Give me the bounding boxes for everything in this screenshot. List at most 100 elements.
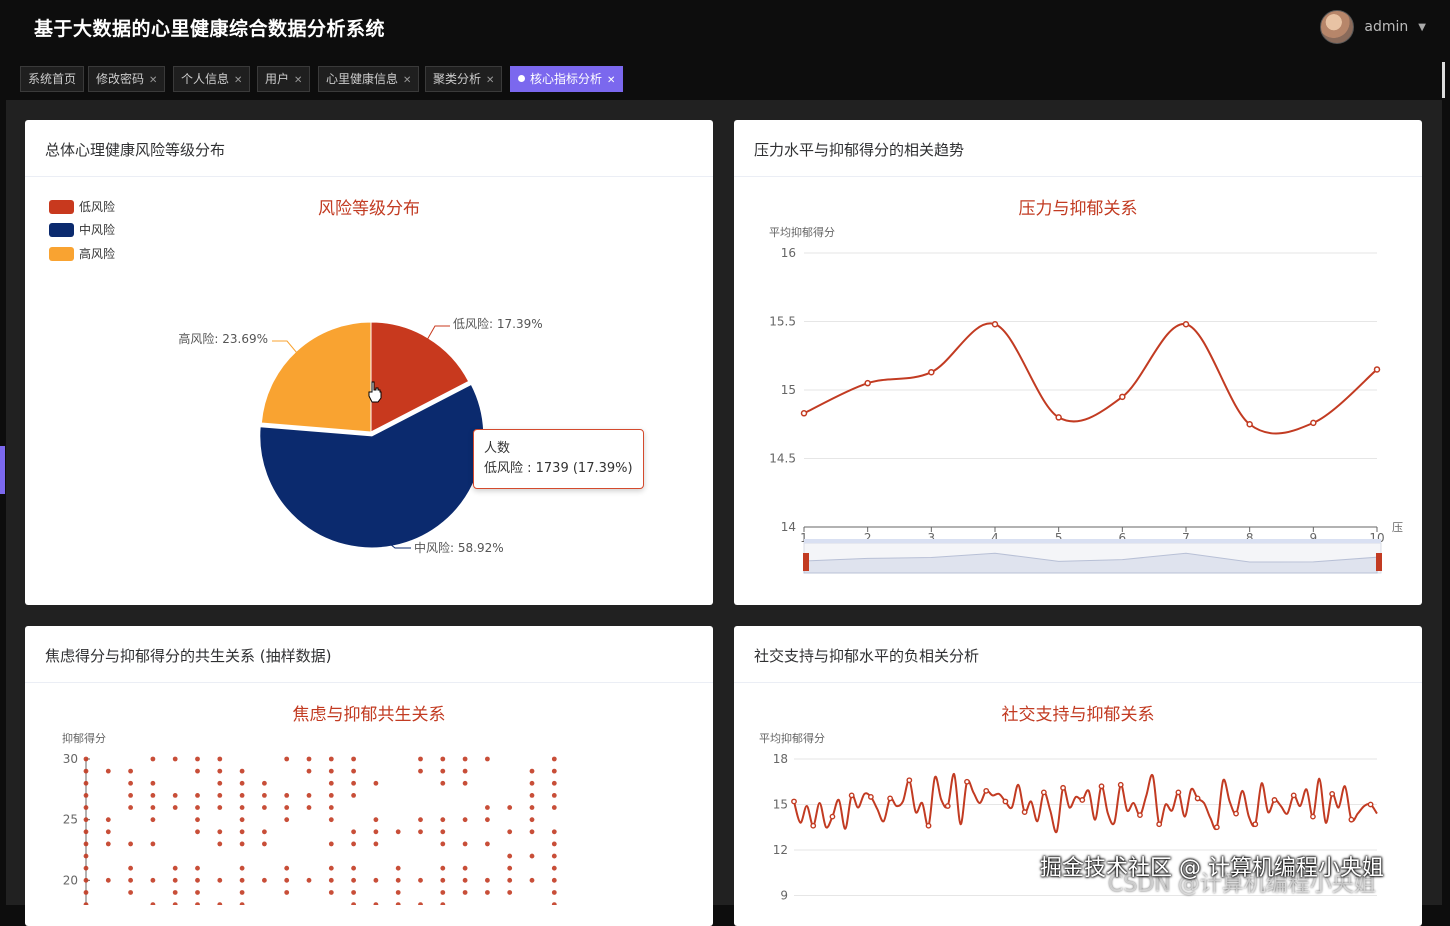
legend-item-mid[interactable]: 中风险 — [79, 222, 115, 237]
sidebar-toggle[interactable] — [0, 446, 5, 494]
scatter-point — [551, 853, 557, 859]
data-point — [1233, 810, 1239, 817]
tab-cluster-analysis[interactable]: 聚类分析 ✕ — [425, 66, 503, 92]
legend-item-high[interactable]: 高风险 — [79, 246, 115, 261]
scatter-point — [128, 841, 133, 847]
data-point — [1310, 419, 1317, 427]
scatter-point — [239, 768, 245, 774]
tab-profile[interactable]: 个人信息 ✕ — [173, 66, 251, 92]
data-point — [964, 778, 970, 785]
scatter-point — [83, 793, 89, 798]
close-icon[interactable]: ✕ — [234, 75, 242, 86]
scatter-point — [351, 829, 356, 835]
scatter-point — [485, 877, 490, 883]
tab-mental-health-info[interactable]: 心里健康信息 ✕ — [318, 66, 420, 92]
scatter-point — [351, 841, 356, 847]
scatter-point — [150, 841, 156, 847]
tab-change-password[interactable]: 修改密码 ✕ — [88, 66, 166, 92]
scatter-point — [306, 877, 312, 883]
data-point — [887, 795, 893, 802]
line-chart-stress[interactable]: 压力与抑郁关系 平均抑郁得分 压 14 14.5 15 15.5 16 1 2 3 4 5 6 7 8 9… — [734, 177, 1422, 605]
close-icon[interactable]: ✕ — [403, 75, 411, 86]
card-title: 焦虑得分与抑郁得分的共生关系 (抽样数据) — [45, 647, 332, 665]
close-icon[interactable]: ✕ — [486, 75, 494, 86]
scatter-point — [172, 805, 178, 810]
card-stress-trend: 压力水平与抑郁得分的相关趋势 压力与抑郁关系 平均抑郁得分 压 14 14.5 15… — [734, 120, 1422, 605]
y-tick-label: 15.5 — [769, 315, 796, 329]
scatter-point — [328, 817, 334, 823]
scatter-point — [529, 829, 535, 835]
scatter-point — [551, 756, 557, 762]
username[interactable]: admin — [1364, 19, 1408, 35]
scatter-point — [462, 841, 468, 847]
scatter-point — [83, 756, 89, 762]
line-series[interactable] — [791, 773, 1378, 834]
pie-slices[interactable] — [259, 321, 485, 549]
scatter-point — [551, 841, 557, 847]
card-title: 压力水平与抑郁得分的相关趋势 — [754, 141, 965, 159]
scatter-point — [195, 890, 200, 895]
scatter-point — [239, 877, 245, 883]
scatter-point — [462, 865, 468, 871]
scrollbar[interactable] — [1442, 58, 1450, 905]
scatter-point — [195, 805, 200, 810]
scatter-point — [150, 780, 156, 786]
scatter-point — [217, 756, 223, 762]
scatter-point — [83, 768, 89, 774]
y-axis-label: 抑郁得分 — [62, 731, 106, 745]
scatter-point — [217, 768, 223, 774]
scatter-point — [440, 780, 446, 786]
scatter-point — [128, 780, 133, 786]
close-icon[interactable]: ✕ — [294, 75, 302, 86]
scatter-point — [239, 780, 245, 786]
scatter-point — [485, 890, 490, 895]
scatter-chart-svg[interactable]: 焦虑与抑郁共生关系 抑郁得分 15202530 — [25, 683, 713, 905]
scatter-point — [462, 817, 468, 823]
chart-title: 社交支持与抑郁关系 — [1002, 705, 1155, 725]
legend-swatch-high[interactable] — [49, 247, 74, 261]
line-series[interactable] — [800, 320, 1381, 435]
scatter-point — [284, 865, 290, 871]
scatter-point — [195, 865, 200, 871]
tab-home[interactable]: 系统首页 — [20, 66, 85, 92]
scatter-point — [172, 877, 178, 883]
scatter-point — [529, 817, 535, 823]
tab-label: 系统首页 — [28, 72, 77, 86]
close-icon[interactable]: ✕ — [607, 75, 615, 86]
tab-core-metrics[interactable]: 核心指标分析 ✕ — [510, 66, 624, 92]
scatter-point — [239, 793, 245, 798]
close-icon[interactable]: ✕ — [149, 75, 157, 86]
scatter-point — [529, 853, 535, 859]
data-point — [1271, 797, 1278, 803]
data-point — [1373, 366, 1381, 373]
pie-label-high: 高风险: 23.69% — [178, 331, 268, 346]
tab-users[interactable]: 用户 ✕ — [257, 66, 311, 92]
scatter-point — [105, 817, 111, 823]
legend-swatch-low[interactable] — [49, 200, 74, 214]
avatar[interactable] — [1320, 10, 1355, 44]
tab-label: 心里健康信息 — [326, 72, 399, 86]
scatter-point — [262, 805, 267, 810]
scatter-point — [195, 817, 200, 823]
legend[interactable]: 低风险 中风险 高风险 — [49, 199, 115, 261]
scatter-point — [262, 877, 267, 883]
scatter-point — [83, 841, 89, 847]
caret-down-icon[interactable]: ▼ — [1418, 22, 1426, 33]
line-chart-stress-svg[interactable]: 压力与抑郁关系 平均抑郁得分 压 1414.51515.5161 2 3 4 5 6 7 8 9… — [734, 177, 1422, 605]
y-tick-label: 15 — [773, 798, 788, 812]
chart-title: 压力与抑郁关系 — [1019, 199, 1138, 219]
legend-swatch-mid[interactable] — [49, 223, 74, 237]
scatter-point — [351, 890, 356, 895]
scatter-point — [485, 841, 490, 847]
pie-slice-high[interactable] — [260, 321, 372, 433]
scatter-point — [440, 829, 446, 835]
scatter-point — [551, 805, 557, 810]
legend-item-low[interactable]: 低风险 — [79, 199, 115, 214]
data-zoom-slider[interactable] — [803, 539, 1382, 574]
scatter-point — [217, 793, 223, 798]
scatter-point — [529, 877, 535, 883]
scatter-points[interactable] — [83, 756, 557, 905]
data-point — [1137, 812, 1143, 819]
user-menu[interactable]: admin ▼ — [1320, 10, 1426, 44]
scatter-chart[interactable]: 焦虑与抑郁共生关系 抑郁得分 15202530 — [25, 683, 713, 905]
